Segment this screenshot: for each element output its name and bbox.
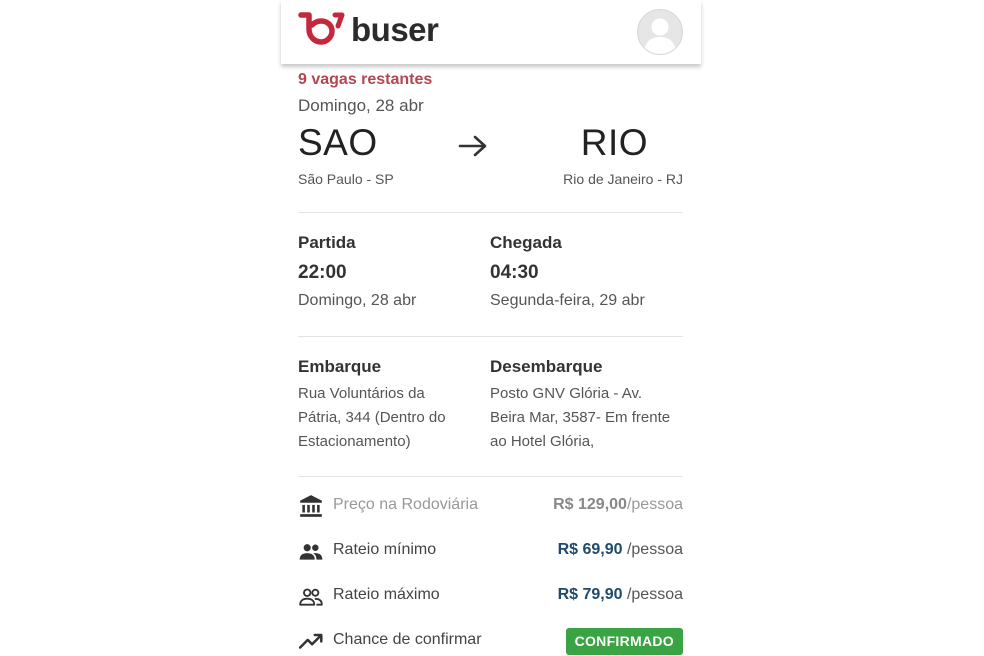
price-label: Rateio mínimo bbox=[333, 541, 437, 558]
boarding-block: Embarque Rua Voluntários da Pátria, 344 … bbox=[298, 357, 488, 454]
boarding-title: Embarque bbox=[298, 357, 382, 376]
avatar-silhouette bbox=[644, 18, 676, 54]
price-label: Preço na Rodoviária bbox=[333, 496, 478, 513]
brand-logo[interactable]: buser bbox=[297, 10, 439, 50]
arrow-right-icon bbox=[458, 135, 487, 157]
arrival-title: Chegada bbox=[490, 233, 562, 252]
arrival-date: Segunda-feira, 29 abr bbox=[490, 292, 645, 309]
departure-date: Domingo, 28 abr bbox=[298, 292, 417, 309]
trip-date: Domingo, 28 abr bbox=[298, 96, 424, 115]
price-label: Rateio máximo bbox=[333, 586, 440, 603]
arrival-block: Chegada 04:30 Segunda-feira, 29 abr bbox=[490, 233, 680, 310]
price-value: R$ 69,90 /pessoa bbox=[558, 541, 683, 559]
boarding-address-line: Pátria, 344 (Dentro do bbox=[298, 409, 446, 426]
price-amount: R$ 129,00 bbox=[553, 496, 627, 513]
price-amount: R$ 69,90 bbox=[557, 541, 623, 558]
dropoff-title: Desembarque bbox=[490, 357, 603, 376]
mobile-screen: buser 9 vagas restantes Domingo, 28 abr … bbox=[281, 0, 701, 656]
price-row-station: Preço na Rodoviária R$ 129,00/pessoa bbox=[298, 493, 683, 519]
bank-icon bbox=[300, 495, 322, 517]
destination-city: Rio de Janeiro - RJ bbox=[563, 171, 683, 187]
price-value: R$ 129,00/pessoa bbox=[553, 496, 683, 514]
user-avatar-icon[interactable] bbox=[637, 9, 683, 55]
price-row-max: Rateio máximo R$ 79,90 /pessoa bbox=[298, 583, 683, 609]
dropoff-address-line: Beira Mar, 3587- Em frente bbox=[490, 409, 671, 426]
brand-name: buser bbox=[351, 11, 439, 48]
price-amount: R$ 79,90 bbox=[557, 586, 623, 603]
divider bbox=[298, 476, 683, 477]
departure-time: 22:00 bbox=[298, 262, 347, 283]
availability-text: 9 vagas restantes bbox=[298, 71, 433, 88]
origin-code: SAO bbox=[298, 122, 378, 163]
price-unit: /pessoa bbox=[622, 586, 683, 603]
departure-title: Partida bbox=[298, 233, 356, 252]
price-row-min: Rateio mínimo R$ 69,90 /pessoa bbox=[298, 538, 683, 564]
destination-code: RIO bbox=[580, 122, 648, 163]
status-badge: CONFIRMADO bbox=[565, 628, 683, 655]
dropoff-address-line: Posto GNV Glória - Av. bbox=[490, 385, 642, 402]
price-unit: /pessoa bbox=[626, 496, 683, 513]
divider bbox=[298, 212, 683, 213]
app-header: buser bbox=[281, 0, 701, 64]
departure-block: Partida 22:00 Domingo, 28 abr bbox=[298, 233, 488, 310]
trending-up-icon bbox=[298, 633, 323, 649]
group-outline-icon bbox=[299, 588, 323, 606]
page: buser 9 vagas restantes Domingo, 28 abr … bbox=[0, 0, 984, 656]
buser-logo-icon bbox=[298, 12, 345, 45]
group-icon bbox=[299, 544, 323, 560]
price-value: R$ 79,90 /pessoa bbox=[558, 586, 683, 604]
dropoff-address-line: ao Hotel Glória, bbox=[490, 433, 595, 450]
dropoff-block: Desembarque Posto GNV Glória - Av. Beira… bbox=[490, 357, 685, 454]
boarding-address-line: Rua Voluntários da bbox=[298, 385, 425, 402]
route-summary: SAO RIO São Paulo - SP Rio de Janeiro - … bbox=[298, 122, 683, 192]
boarding-address-line: Estacionamento) bbox=[298, 433, 411, 450]
arrival-time: 04:30 bbox=[490, 262, 539, 283]
boarding-address: Rua Voluntários da Pátria, 344 (Dentro d… bbox=[298, 382, 488, 454]
dropoff-address: Posto GNV Glória - Av. Beira Mar, 3587- … bbox=[490, 382, 685, 454]
price-row-chance: Chance de confirmar CONFIRMADO bbox=[298, 628, 683, 655]
price-unit: /pessoa bbox=[622, 541, 683, 558]
divider bbox=[298, 336, 683, 337]
origin-city: São Paulo - SP bbox=[298, 171, 394, 187]
price-label: Chance de confirmar bbox=[333, 631, 482, 648]
